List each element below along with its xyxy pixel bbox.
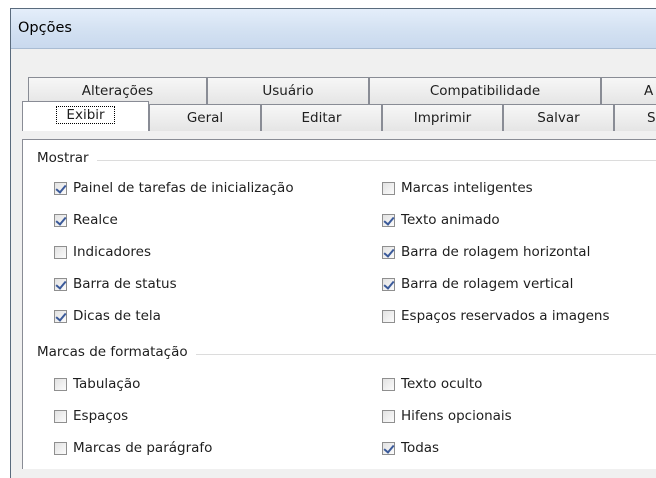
checkbox-todas[interactable]: Todas: [382, 437, 439, 459]
tab-label: A: [644, 83, 654, 99]
group-divider: [37, 160, 656, 161]
tab-compatibilidade[interactable]: Compatibilidade: [369, 77, 601, 104]
tab-label: Geral: [186, 110, 224, 126]
checkbox-box[interactable]: [382, 409, 395, 423]
checkbox-label: Realce: [73, 212, 118, 228]
checkbox-label: Hifens opcionais: [401, 408, 512, 424]
checkbox-label: Marcas de parágrafo: [73, 440, 213, 456]
checkbox-box[interactable]: [382, 245, 395, 259]
checkbox-label: Barra de status: [73, 276, 177, 292]
checkbox-box[interactable]: [54, 441, 67, 455]
tab-label: Usuário: [262, 83, 314, 99]
checkbox-box[interactable]: [382, 213, 395, 227]
checkbox-indicadores[interactable]: Indicadores: [54, 241, 151, 263]
checkbox-painel-tarefas[interactable]: Painel de tarefas de inicialização: [54, 177, 294, 199]
checkbox-label: Indicadores: [73, 244, 151, 260]
tab-label: Exibir: [56, 106, 115, 124]
options-dialog: Opções Alterações Usuário Compatibilidad…: [10, 8, 656, 478]
checkbox-label: Espaços: [73, 408, 129, 424]
tab-label: Editar: [301, 110, 342, 126]
checkbox-box[interactable]: [382, 181, 395, 195]
checkbox-box[interactable]: [54, 277, 67, 291]
checkbox-label: Marcas inteligentes: [401, 180, 533, 196]
checkbox-box[interactable]: [382, 441, 395, 455]
tab-alteracoes[interactable]: Alterações: [28, 77, 207, 104]
checkbox-box[interactable]: [382, 277, 395, 291]
tab-label: Imprimir: [413, 110, 472, 126]
checkbox-box[interactable]: [382, 377, 395, 391]
tab-a[interactable]: A: [601, 77, 656, 104]
checkbox-label: Texto animado: [401, 212, 500, 228]
checkbox-realce[interactable]: Realce: [54, 209, 118, 231]
tab-label: Salvar: [537, 110, 580, 126]
checkbox-label: Painel de tarefas de inicialização: [73, 180, 294, 196]
checkbox-dicas-tela[interactable]: Dicas de tela: [54, 305, 161, 327]
checkbox-espacos-imagens[interactable]: Espaços reservados a imagens: [382, 305, 609, 327]
tab-usuario[interactable]: Usuário: [207, 77, 369, 104]
tab-salvar[interactable]: Salvar: [503, 104, 614, 131]
tab-editar[interactable]: Editar: [261, 104, 382, 131]
checkbox-hifens-opcionais[interactable]: Hifens opcionais: [382, 405, 512, 427]
checkbox-label: Espaços reservados a imagens: [401, 308, 610, 324]
checkbox-label: Dicas de tela: [73, 308, 161, 324]
checkbox-box[interactable]: [54, 181, 67, 195]
tab-label: Alterações: [81, 83, 154, 99]
checkbox-espacos[interactable]: Espaços: [54, 405, 128, 427]
checkbox-rolagem-horizontal[interactable]: Barra de rolagem horizontal: [382, 241, 590, 263]
checkbox-texto-oculto[interactable]: Texto oculto: [382, 373, 482, 395]
checkbox-box[interactable]: [54, 377, 67, 391]
checkbox-box[interactable]: [54, 409, 67, 423]
checkbox-label: Barra de rolagem horizontal: [401, 244, 591, 260]
checkbox-box[interactable]: [54, 309, 67, 323]
checkbox-barra-status[interactable]: Barra de status: [54, 273, 177, 295]
checkbox-rolagem-vertical[interactable]: Barra de rolagem vertical: [382, 273, 573, 295]
checkbox-marcas-paragrafo[interactable]: Marcas de parágrafo: [54, 437, 212, 459]
tab-imprimir[interactable]: Imprimir: [382, 104, 503, 131]
checkbox-box[interactable]: [54, 245, 67, 259]
checkbox-label: Barra de rolagem vertical: [401, 276, 574, 292]
tab-panel-exibir: Mostrar Painel de tarefas de inicializaç…: [22, 139, 656, 469]
group-title-mostrar: Mostrar: [37, 150, 97, 166]
group-title-marcas-formatacao: Marcas de formatação: [37, 344, 196, 360]
checkbox-box[interactable]: [54, 213, 67, 227]
title-bar[interactable]: Opções: [11, 9, 656, 49]
checkbox-label: Texto oculto: [401, 376, 483, 392]
checkbox-label: Todas: [401, 440, 440, 456]
checkbox-box[interactable]: [382, 309, 395, 323]
checkbox-texto-animado[interactable]: Texto animado: [382, 209, 500, 231]
tab-s[interactable]: S: [614, 104, 656, 131]
tab-label: S: [647, 110, 656, 126]
tab-geral[interactable]: Geral: [149, 104, 261, 131]
dialog-title: Opções: [18, 20, 72, 36]
tab-label: Compatibilidade: [429, 83, 541, 99]
tab-exibir[interactable]: Exibir: [22, 101, 149, 131]
checkbox-label: Tabulação: [73, 376, 141, 392]
checkbox-tabulacao[interactable]: Tabulação: [54, 373, 140, 395]
checkbox-marcas-inteligentes[interactable]: Marcas inteligentes: [382, 177, 533, 199]
